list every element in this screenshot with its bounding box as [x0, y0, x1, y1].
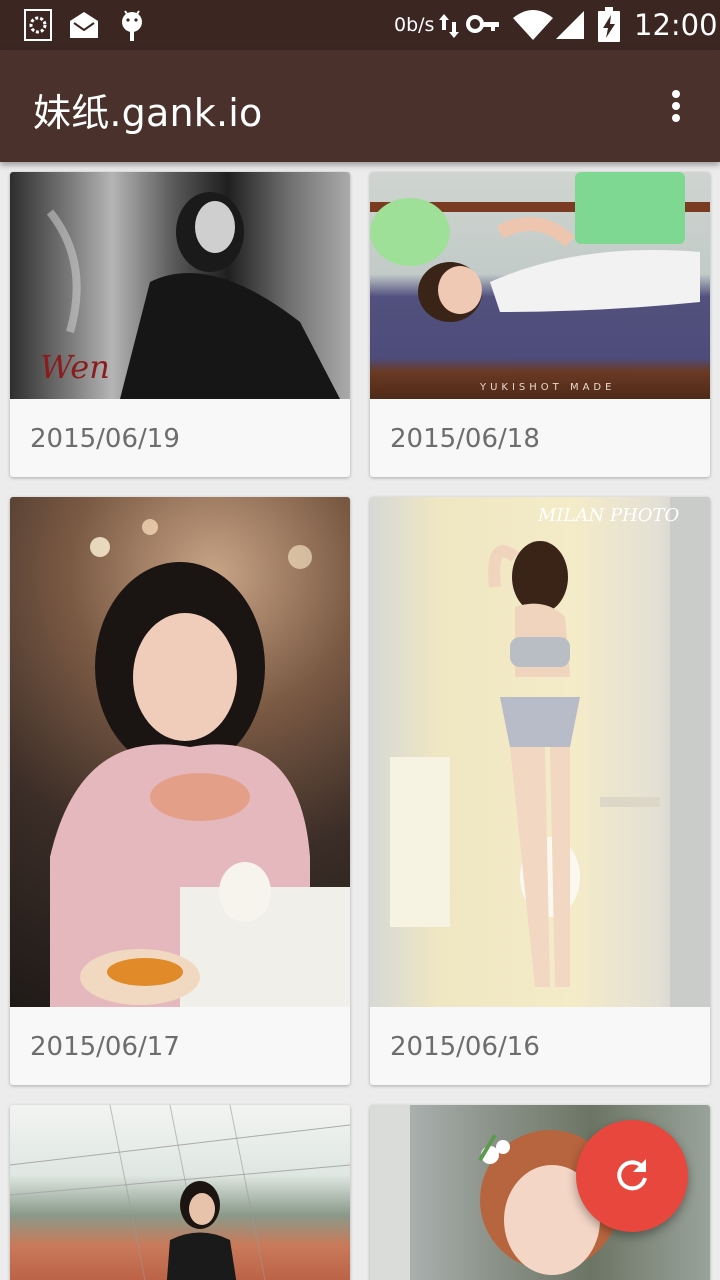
- vpn-key-icon: [466, 15, 499, 33]
- android-debug-icon: [122, 10, 142, 41]
- photo-figure: [10, 1105, 350, 1280]
- refresh-icon: [617, 1159, 647, 1191]
- more-vert-icon: [672, 90, 680, 98]
- status-bar: 0b/s 12:00: [0, 0, 720, 50]
- photo-watermark: MILAN PHOTO: [538, 505, 680, 526]
- photo-watermark: YUKISHOT MADE: [480, 382, 616, 393]
- card-date: 2015/06/19: [30, 424, 180, 454]
- photo-card[interactable]: Wen 2015/06/19: [10, 172, 350, 477]
- mail-icon: [70, 12, 98, 38]
- more-vert-dot: [672, 102, 680, 110]
- signal-icon: [556, 11, 584, 39]
- card-date: 2015/06/16: [390, 1032, 540, 1062]
- photo: Wen: [10, 172, 350, 399]
- app-bar: 妹纸.gank.io: [0, 50, 720, 162]
- data-arrows-icon: [439, 14, 459, 38]
- photo-figure: [370, 172, 710, 322]
- photo-figure: [50, 519, 350, 1007]
- photo: YUKISHOT MADE: [370, 172, 710, 399]
- battery-charging-icon: [598, 7, 620, 42]
- photo: [10, 497, 350, 1007]
- wifi-icon: [513, 10, 553, 40]
- photo-card[interactable]: MILAN PHOTO 2015/06/16: [370, 497, 710, 1085]
- clock: 12:00: [634, 8, 718, 42]
- more-options-button[interactable]: [656, 82, 696, 130]
- photo-card[interactable]: 2015/06/17: [10, 497, 350, 1085]
- photo: [10, 1105, 350, 1280]
- photo-card[interactable]: YUKISHOT MADE 2015/06/18: [370, 172, 710, 477]
- more-vert-dot: [672, 114, 680, 122]
- refresh-fab[interactable]: [576, 1120, 688, 1232]
- photo: MILAN PHOTO: [370, 497, 710, 1007]
- card-date: 2015/06/17: [30, 1032, 180, 1062]
- net-speed: 0b/s: [394, 14, 435, 36]
- photo-figure: [390, 497, 710, 1007]
- gallery-app-icon: [24, 9, 52, 41]
- photo-signature: Wen: [40, 348, 110, 386]
- app-title: 妹纸.gank.io: [33, 91, 263, 135]
- photo-card[interactable]: [10, 1105, 350, 1280]
- card-date: 2015/06/18: [390, 424, 540, 454]
